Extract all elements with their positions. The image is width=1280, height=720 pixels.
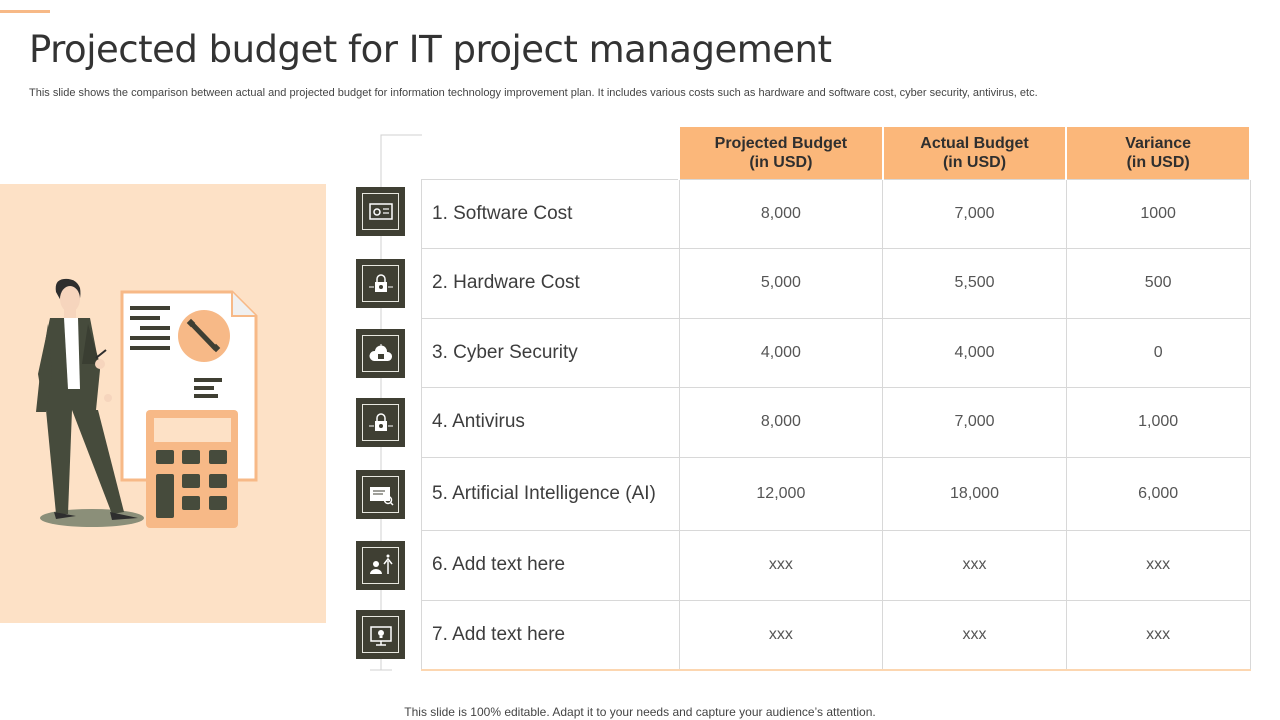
projected-value: 4,000 <box>678 317 884 388</box>
variance-value: 6,000 <box>1065 456 1251 531</box>
monitor-idea-icon <box>356 610 405 659</box>
header-actual-line1: Actual Budget <box>920 134 1029 152</box>
actual-value: 7,000 <box>882 178 1067 249</box>
header-projected-budget: Projected Budget (in USD) <box>678 127 884 179</box>
variance-value: xxx <box>1065 529 1251 601</box>
projected-value: 12,000 <box>678 456 884 531</box>
row-label: 5. Artificial Intelligence (AI) <box>421 456 680 531</box>
accent-line <box>0 10 50 13</box>
budget-table: Projected Budget (in USD) Actual Budget (i… <box>421 127 1251 671</box>
actual-value: xxx <box>882 529 1067 601</box>
variance-value: 1000 <box>1065 178 1251 249</box>
header-projected-line1: Projected Budget <box>714 134 848 152</box>
footer-note: This slide is 100% editable. Adapt it to… <box>404 705 876 719</box>
table-header-row: Projected Budget (in USD) Actual Budget (i… <box>421 127 1251 179</box>
row-label: 6. Add text here <box>421 529 680 601</box>
table-row: 2. Hardware Cost 5,000 5,500 500 <box>421 247 1251 319</box>
actual-value: 4,000 <box>882 317 1067 388</box>
projected-value: xxx <box>678 529 884 601</box>
table-row: 5. Artificial Intelligence (AI) 12,000 1… <box>421 456 1251 531</box>
variance-value: xxx <box>1065 599 1251 671</box>
page-subtitle: This slide shows the comparison between … <box>29 87 1038 99</box>
header-projected-line2: (in USD) <box>749 153 813 171</box>
table-row: 3. Cyber Security 4,000 4,000 0 <box>421 317 1251 388</box>
hardware-lock-icon <box>356 259 405 308</box>
actual-value: xxx <box>882 599 1067 671</box>
actual-value: 7,000 <box>882 386 1067 458</box>
page-title: Projected budget for IT project manageme… <box>29 28 832 71</box>
ai-screen-icon <box>356 470 405 519</box>
table-row: 6. Add text here xxx xxx xxx <box>421 529 1251 601</box>
projected-value: 8,000 <box>678 178 884 249</box>
projected-value: 5,000 <box>678 247 884 319</box>
table-row: 7. Add text here xxx xxx xxx <box>421 599 1251 671</box>
cloud-security-icon <box>356 329 405 378</box>
antivirus-lock-icon <box>356 398 405 447</box>
header-variance: Variance (in USD) <box>1065 127 1251 179</box>
row-label: 4. Antivirus <box>421 386 680 458</box>
header-variance-line1: Variance <box>1125 134 1192 152</box>
projected-value: xxx <box>678 599 884 671</box>
actual-value: 5,500 <box>882 247 1067 319</box>
header-actual-line2: (in USD) <box>942 153 1007 171</box>
header-variance-line2: (in USD) <box>1126 153 1190 171</box>
projected-value: 8,000 <box>678 386 884 458</box>
variance-value: 500 <box>1065 247 1251 319</box>
software-settings-icon <box>356 187 405 236</box>
table-row: 1. Software Cost 8,000 7,000 1000 <box>421 178 1251 249</box>
header-actual-budget: Actual Budget (in USD) <box>881 127 1068 179</box>
actual-value: 18,000 <box>882 456 1067 531</box>
variance-value: 1,000 <box>1065 386 1251 458</box>
person-growth-icon <box>356 541 405 590</box>
row-label: 2. Hardware Cost <box>421 247 680 319</box>
header-blank-cell <box>421 127 680 179</box>
row-label: 1. Software Cost <box>421 178 680 249</box>
row-label: 3. Cyber Security <box>421 317 680 388</box>
budget-illustration <box>36 278 258 528</box>
row-label: 7. Add text here <box>421 599 680 671</box>
variance-value: 0 <box>1065 317 1251 388</box>
table-row: 4. Antivirus 8,000 7,000 1,000 <box>421 386 1251 458</box>
